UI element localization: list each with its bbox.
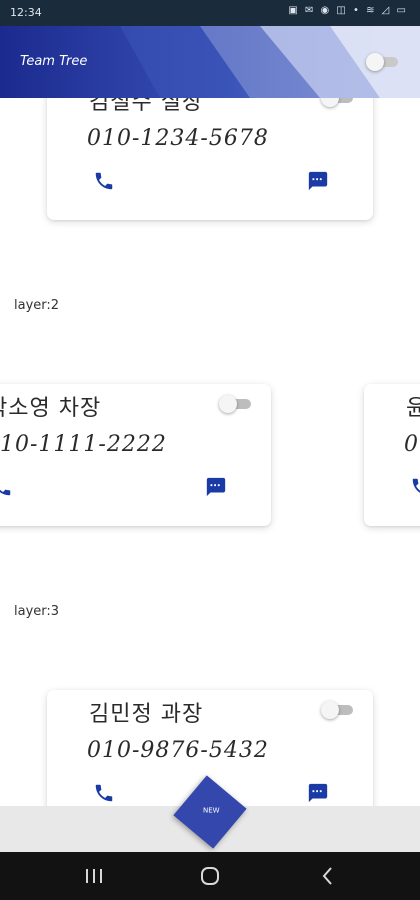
toggle-thumb xyxy=(321,701,339,719)
contact-name: 윤 xyxy=(406,396,420,421)
contact-card[interactable]: 박소영 차장 010-1111-2222 xyxy=(0,384,271,526)
phone-icon[interactable] xyxy=(93,170,115,192)
contact-toggle[interactable] xyxy=(219,395,251,413)
back-icon[interactable] xyxy=(314,862,342,890)
phone-icon[interactable] xyxy=(93,782,115,804)
recent-apps-icon[interactable] xyxy=(80,862,108,890)
contact-name: 김철수 실장 xyxy=(89,98,204,115)
contact-name: 김민정 과장 xyxy=(89,702,204,727)
contact-card[interactable]: 윤 0 xyxy=(364,384,420,526)
message-icon[interactable] xyxy=(205,476,227,498)
system-nav-bar xyxy=(0,852,420,900)
app-title: Team Tree xyxy=(20,54,88,69)
content-area[interactable]: 김철수 실장 010-1234-5678 layer:2 박소영 차장 010-… xyxy=(0,98,420,806)
contact-phone: 010-1234-5678 xyxy=(87,126,269,151)
phone-icon[interactable] xyxy=(410,476,420,498)
toggle-thumb xyxy=(219,395,237,413)
contact-toggle[interactable] xyxy=(321,701,353,719)
contact-phone: 010-1111-2222 xyxy=(0,432,167,457)
toggle-thumb xyxy=(366,53,384,71)
contact-phone: 0 xyxy=(404,432,419,457)
contact-toggle[interactable] xyxy=(321,98,353,107)
message-icon[interactable] xyxy=(307,782,329,804)
fab-label: NEW xyxy=(202,806,220,815)
app-bar-toggle[interactable] xyxy=(366,53,398,71)
status-time: 12:34 xyxy=(10,6,42,19)
message-icon[interactable] xyxy=(307,170,329,192)
status-bar: 12:34 ▣ ✉ ◉ ◫ • ≋ ◿ ▭ xyxy=(0,0,420,26)
layer-label: layer:2 xyxy=(14,298,60,313)
contact-name: 박소영 차장 xyxy=(0,396,102,421)
home-icon[interactable] xyxy=(196,862,224,890)
phone-icon[interactable] xyxy=(0,476,13,498)
layer-label: layer:3 xyxy=(14,604,60,619)
contact-card[interactable]: 김철수 실장 010-1234-5678 xyxy=(47,98,373,220)
toggle-thumb xyxy=(321,98,339,107)
contact-phone: 010-9876-5432 xyxy=(87,738,269,763)
status-icons: ▣ ✉ ◉ ◫ • ≋ ◿ ▭ xyxy=(288,5,408,16)
app-bar: Team Tree xyxy=(0,26,420,98)
